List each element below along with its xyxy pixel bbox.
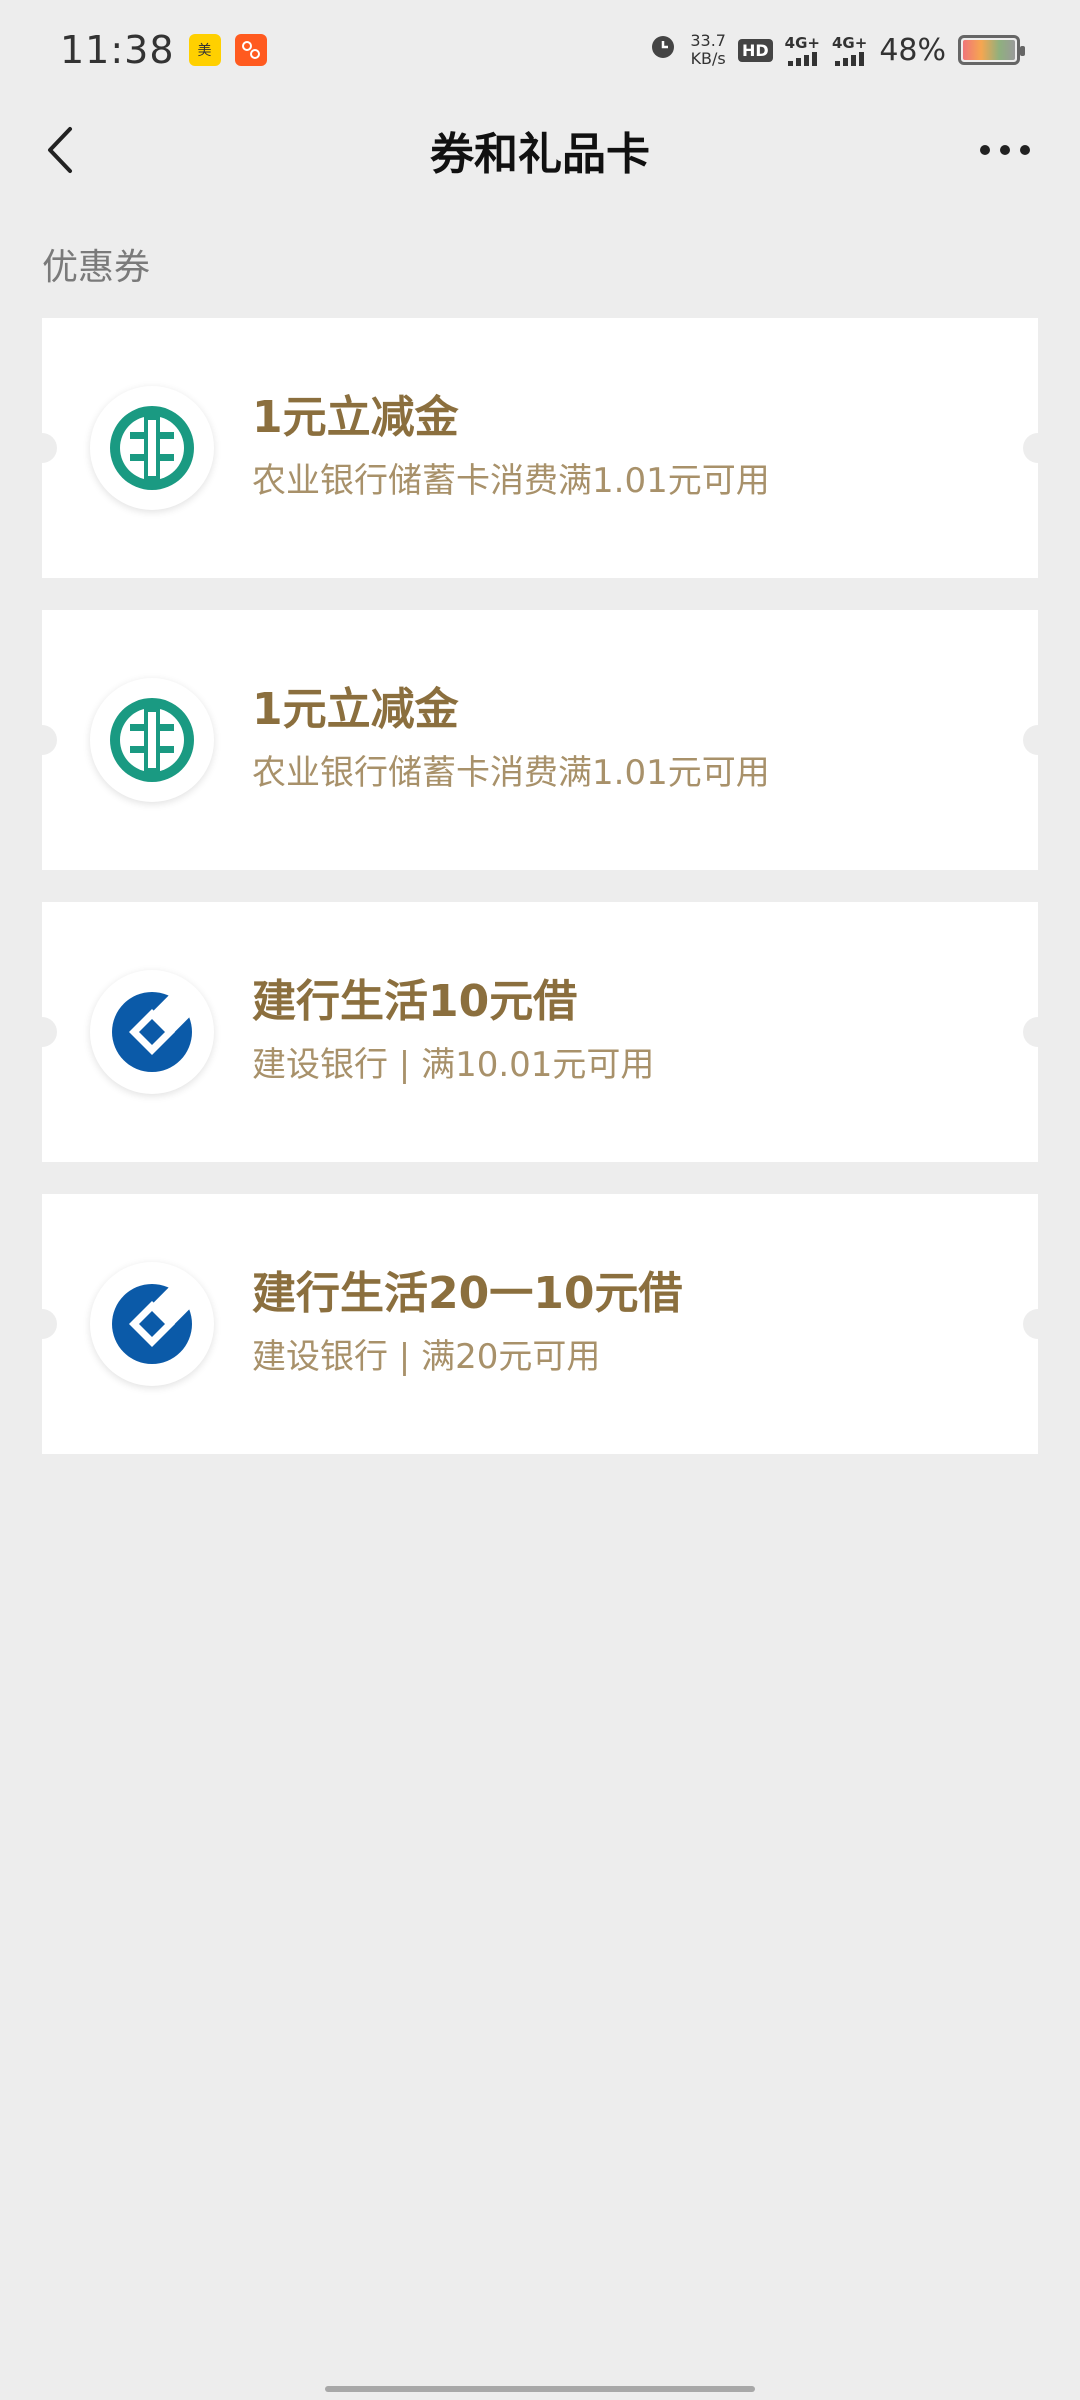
coupon-title: 建行生活20一10元借 [252, 1268, 683, 1319]
section-label-coupons: 优惠券 [42, 247, 151, 288]
coupon-title: 建行生活10元借 [252, 976, 578, 1027]
coupon-card[interactable]: 建行生活10元借 建设银行 | 满10.01元可用 [27, 902, 1053, 1162]
coupon-title: 1元立减金 [252, 392, 459, 443]
nav-bar: 券和礼品卡 [0, 100, 1080, 200]
ccb-bank-logo [90, 970, 214, 1094]
coupon-card[interactable]: 1元立减金 农业银行储蓄卡消费满1.01元可用 [27, 610, 1053, 870]
battery-percent: 48% [879, 32, 946, 68]
alarm-icon [648, 31, 678, 69]
coupon-desc: 建设银行 | 满10.01元可用 [252, 1045, 655, 1085]
coupon-list: 1元立减金 农业银行储蓄卡消费满1.01元可用 1元立减金 农业银行储蓄卡消费满… [27, 318, 1053, 1486]
battery-fill [963, 40, 1015, 60]
back-button[interactable] [30, 120, 90, 180]
status-bar: 11:38 美 33.7 KB/s HD 4G+ 4G+ 48% [0, 0, 1080, 100]
more-dot [980, 145, 990, 155]
coupon-desc: 建设银行 | 满20元可用 [252, 1337, 601, 1377]
coupon-desc: 农业银行储蓄卡消费满1.01元可用 [252, 753, 770, 793]
network-2-label: 4G+ [831, 34, 868, 52]
signal-icon [835, 52, 865, 66]
signal-icon [787, 52, 817, 66]
status-time: 11:38 [60, 28, 175, 72]
battery-icon [958, 35, 1025, 65]
status-indicators: 33.7 KB/s HD 4G+ 4G+ 48% [648, 31, 1025, 69]
ccb-bank-logo [90, 1262, 214, 1386]
net-speed: 33.7 KB/s [690, 32, 726, 68]
chevron-left-icon [48, 127, 72, 173]
coupon-text: 建行生活20一10元借 建设银行 | 满20元可用 [252, 1264, 682, 1384]
hd-icon: HD [737, 38, 773, 62]
coupon-card[interactable]: 1元立减金 农业银行储蓄卡消费满1.01元可用 [27, 318, 1053, 578]
meituan-app-icon: 美 [188, 34, 221, 66]
net-speed-value: 33.7 [690, 31, 726, 50]
abc-bank-logo [90, 386, 214, 510]
coupon-text: 1元立减金 农业银行储蓄卡消费满1.01元可用 [252, 388, 770, 508]
abc-bank-logo [90, 678, 214, 802]
coupon-text: 建行生活10元借 建设银行 | 满10.01元可用 [252, 972, 654, 1092]
coupon-card[interactable]: 建行生活20一10元借 建设银行 | 满20元可用 [27, 1194, 1053, 1454]
network-2: 4G+ [832, 34, 867, 66]
coupon-text: 1元立减金 农业银行储蓄卡消费满1.01元可用 [252, 680, 770, 800]
network-1-label: 4G+ [784, 34, 820, 52]
more-dot [1020, 145, 1030, 155]
more-dot [1000, 145, 1010, 155]
more-button[interactable] [970, 120, 1040, 180]
coupon-desc: 农业银行储蓄卡消费满1.01元可用 [252, 461, 770, 501]
coupon-title: 1元立减金 [252, 684, 459, 735]
taobao-app-icon [234, 34, 267, 66]
home-indicator[interactable] [325, 2386, 755, 2392]
net-speed-unit: KB/s [690, 49, 726, 68]
page-title: 券和礼品卡 [430, 129, 650, 180]
network-1: 4G+ [785, 34, 820, 66]
